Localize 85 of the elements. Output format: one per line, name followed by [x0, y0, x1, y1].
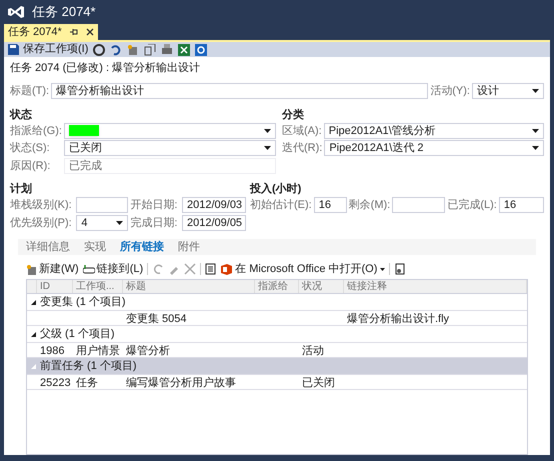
window-title: 任务 2074* — [32, 3, 96, 22]
section-heading: 分类 — [282, 108, 305, 122]
field-label: 优先级别(P): — [10, 216, 73, 230]
dropdown-arrow-icon — [532, 89, 539, 94]
new-link-button[interactable]: 新建(W) — [26, 260, 79, 278]
group-header[interactable]: 父级 (1 个项目) — [27, 326, 527, 343]
field-label: 迭代(R): — [282, 141, 322, 156]
work-item-heading: 任务 2074 (已修改) : 爆管分析输出设计 — [10, 61, 202, 75]
field-label: 已完成(L): — [447, 198, 497, 213]
field-label: 堆栈级别(K): — [10, 198, 73, 213]
column-header[interactable]: 链接注释 — [344, 280, 527, 293]
dropdown-field[interactable]: Pipe2012A1\管线分析 — [324, 122, 544, 139]
save-icon — [8, 44, 19, 55]
table-cell: 已关闭 — [302, 377, 335, 389]
document-icon[interactable] — [205, 263, 218, 275]
input-field[interactable]: 2012/09/03 — [182, 197, 246, 214]
section-heading: 计划 — [10, 182, 33, 196]
print-icon[interactable] — [161, 44, 174, 56]
table-cell: 变更集 5054 — [126, 313, 187, 325]
column-header[interactable]: 标题 — [123, 280, 255, 293]
tab[interactable]: 实现 — [84, 238, 106, 256]
section-heading: 状态 — [10, 108, 33, 122]
column-header[interactable]: ID — [37, 280, 73, 293]
table-cell: 爆管分析输出设计.fly — [347, 313, 450, 325]
open-in-office-button[interactable]: 在 Microsoft Office 中打开(O) — [221, 260, 386, 278]
dropdown-field[interactable]: 设计 — [472, 83, 544, 100]
dropdown-field[interactable] — [64, 122, 276, 139]
input-field[interactable] — [76, 197, 128, 214]
field-label: 标题(T): — [10, 84, 50, 99]
field-label: 状态(S): — [10, 140, 51, 156]
copy-icon[interactable] — [144, 44, 156, 56]
title-field[interactable]: 爆管分析输出设计 — [51, 83, 428, 100]
new-item-icon[interactable] — [127, 44, 140, 56]
dropdown-arrow-icon — [532, 146, 539, 150]
expander-icon[interactable] — [31, 300, 36, 304]
section-heading: 投入(小时) — [250, 182, 302, 196]
table-cell: 活动 — [302, 345, 324, 357]
logo-icon — [8, 6, 24, 18]
field-label: 指派给(G): — [10, 124, 62, 138]
column-header[interactable]: 状况 — [299, 280, 344, 293]
field-label: 剩余(M): — [348, 198, 390, 213]
field-label: 区域(A): — [282, 124, 322, 138]
undo-icon[interactable] — [110, 44, 122, 56]
readonly-field: 已完成 — [64, 158, 276, 174]
field-label: 初始估计(E): — [250, 198, 312, 213]
link-icon — [82, 264, 95, 274]
input-field[interactable]: 16 — [314, 197, 347, 214]
group-header[interactable]: 变更集 (1 个项目) — [27, 294, 527, 311]
table-cell: 爆管分析 — [126, 345, 170, 357]
link-to-button[interactable]: 链接到(L) — [82, 260, 144, 278]
field-label: 完成日期: — [130, 216, 178, 230]
tab[interactable]: 所有链接 — [120, 238, 164, 256]
dropdown-field[interactable]: Pipe2012A1\迭代 2 — [324, 140, 544, 156]
input-field[interactable]: 2012/09/05 — [182, 214, 246, 231]
table-cell: 25223 — [40, 377, 71, 389]
dropdown-field[interactable]: 4 — [76, 214, 128, 231]
group-header[interactable]: 前置任务 (1 个项目) — [27, 358, 527, 375]
excel-icon[interactable] — [178, 44, 190, 56]
document-tab[interactable]: 任务 2074* — [4, 24, 98, 40]
table-cell: 用户情景 — [76, 345, 120, 357]
new-item-icon — [26, 264, 37, 274]
field-label: 开始日期: — [130, 198, 178, 213]
dropdown-arrow-icon — [264, 128, 271, 133]
dropdown-arrow-icon — [264, 146, 271, 150]
column-header[interactable]: 指派给 — [255, 280, 299, 293]
dropdown-arrow-icon — [532, 128, 539, 133]
dropdown-field[interactable]: 已关闭 — [64, 140, 276, 156]
table-cell: 1986 — [40, 345, 64, 357]
office-icon — [221, 264, 232, 274]
pin-icon[interactable] — [70, 28, 78, 36]
document-icon[interactable] — [394, 263, 406, 275]
dropdown-arrow-icon — [380, 268, 386, 270]
column-header[interactable]: 工作项... — [73, 280, 123, 293]
field-label: 活动(Y): — [430, 84, 470, 99]
input-field[interactable]: 16 — [498, 197, 544, 214]
input-field[interactable] — [392, 197, 446, 214]
tab[interactable]: 附件 — [178, 238, 200, 256]
dropdown-arrow-icon — [116, 220, 124, 225]
outlook-icon[interactable] — [195, 44, 208, 56]
expander-icon[interactable] — [31, 332, 36, 336]
field-label: 原因(R): — [10, 158, 52, 174]
tab[interactable]: 详细信息 — [26, 238, 70, 256]
table-cell: 编写爆管分析用户故事 — [126, 377, 236, 389]
close-icon[interactable] — [86, 28, 94, 36]
table-cell: 任务 — [76, 377, 98, 389]
